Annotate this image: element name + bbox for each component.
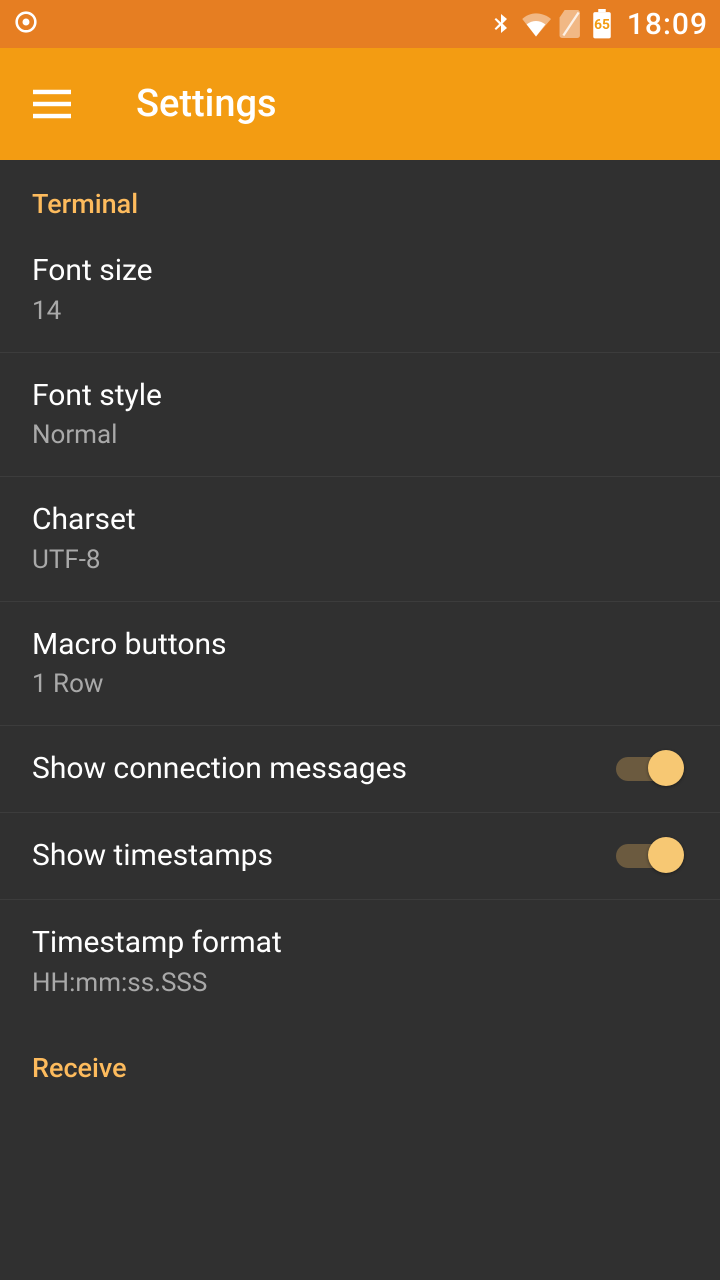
status-bar: 65 18:09 [0, 0, 720, 48]
setting-show-timestamps[interactable]: Show timestamps [0, 813, 720, 900]
setting-value: Normal [32, 420, 688, 450]
setting-font-style[interactable]: Font style Normal [0, 353, 720, 478]
setting-title: Show connection messages [32, 752, 616, 785]
svg-text:65: 65 [594, 17, 610, 33]
settings-list: Terminal Font size 14 Font style Normal … [0, 160, 720, 1092]
setting-value: UTF-8 [32, 545, 688, 575]
bluetooth-icon [489, 10, 513, 38]
wifi-icon [521, 11, 551, 37]
setting-title: Font style [32, 377, 688, 415]
sim-icon [559, 10, 583, 38]
toggle-show-connection[interactable] [616, 750, 682, 786]
target-icon [12, 8, 40, 40]
setting-title: Timestamp format [32, 924, 688, 962]
setting-value: 1 Row [32, 669, 688, 699]
setting-show-connection[interactable]: Show connection messages [0, 726, 720, 813]
status-clock: 18:09 [627, 7, 708, 42]
setting-timestamp-format[interactable]: Timestamp format HH:mm:ss.SSS [0, 900, 720, 1024]
section-receive: Receive [0, 1024, 720, 1092]
setting-font-size[interactable]: Font size 14 [0, 228, 720, 353]
setting-value: HH:mm:ss.SSS [32, 968, 688, 998]
battery-icon: 65 [591, 9, 613, 39]
setting-title: Show timestamps [32, 839, 616, 872]
hamburger-icon [33, 89, 71, 119]
page-title: Settings [136, 82, 277, 126]
section-terminal: Terminal [0, 160, 720, 228]
toggle-show-timestamps[interactable] [616, 837, 682, 873]
setting-title: Macro buttons [32, 626, 688, 664]
setting-title: Font size [32, 252, 688, 290]
setting-value: 14 [32, 296, 688, 326]
menu-button[interactable] [30, 82, 74, 126]
setting-macro-buttons[interactable]: Macro buttons 1 Row [0, 602, 720, 727]
app-bar: Settings [0, 48, 720, 160]
setting-title: Charset [32, 501, 688, 539]
setting-charset[interactable]: Charset UTF-8 [0, 477, 720, 602]
